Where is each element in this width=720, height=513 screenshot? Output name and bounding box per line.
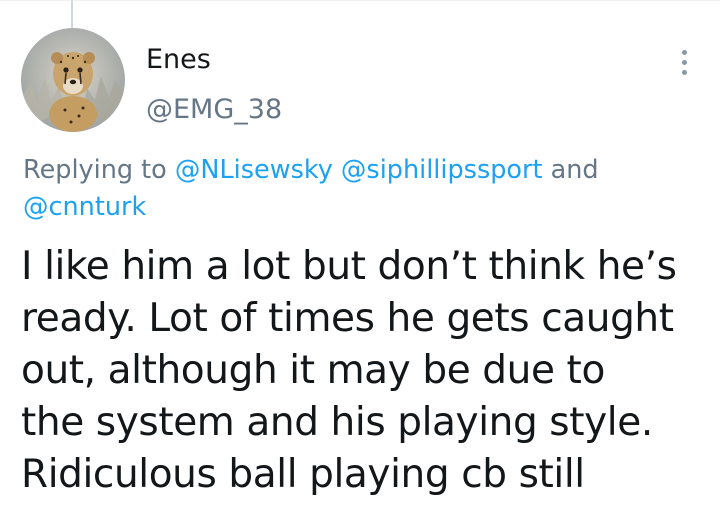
display-name[interactable]: Enes: [146, 40, 211, 80]
tweet-text-line: Ridiculous ball playing cb still: [21, 452, 585, 497]
avatar[interactable]: [21, 28, 125, 132]
more-options-button[interactable]: [664, 42, 704, 82]
mention-link[interactable]: @NLisewsky: [175, 155, 333, 185]
tweet-text-line: the system and his playing style.: [21, 400, 653, 445]
mention-link[interactable]: @cnnturk: [23, 192, 146, 222]
top-divider: [0, 0, 720, 1]
more-dot-icon: [681, 49, 687, 55]
replying-to-conjunction: and: [550, 155, 599, 185]
cheetah-avatar-icon: [21, 28, 125, 132]
tweet-text-line: out, although it may be due to: [21, 348, 605, 393]
replying-to: Replying to @NLisewsky @siphillipssport …: [23, 152, 703, 226]
more-dot-icon: [681, 59, 687, 65]
mention-link[interactable]: @siphillipssport: [341, 155, 543, 185]
user-handle[interactable]: @EMG_38: [146, 90, 282, 130]
tweet-text-line: I like him a lot but don’t think he’s: [21, 244, 677, 289]
tweet-text-line: ready. Lot of times he gets caught: [21, 296, 674, 341]
more-dot-icon: [681, 69, 687, 75]
thread-connector-line: [71, 0, 73, 28]
replying-to-label: Replying to: [23, 155, 167, 185]
tweet-text: I like him a lot but don’t think he’s re…: [21, 241, 711, 501]
